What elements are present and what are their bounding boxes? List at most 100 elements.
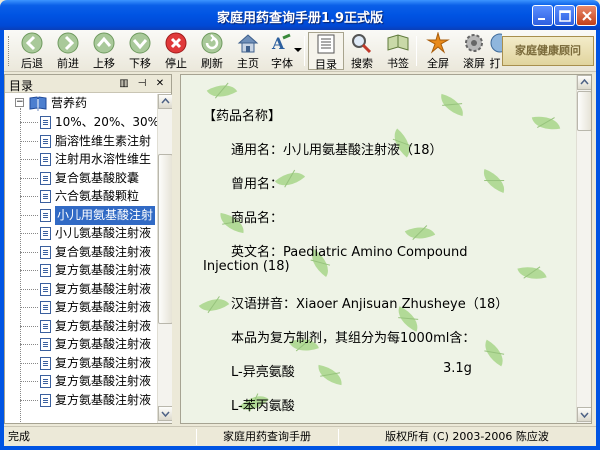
tree-item-label: 小儿氨基酸注射液 [55,226,152,240]
panel-menu-icon[interactable]: ▥ [117,77,131,91]
panel-close-icon[interactable]: ✕ [153,77,167,91]
tree-guide [20,140,38,142]
scroll-thumb[interactable] [577,91,591,131]
content-scrollbar[interactable] [576,75,591,423]
leaf-decoration [206,77,238,105]
tree-item-label: 复方氨基酸注射液 [55,374,152,388]
refresh-button[interactable]: 刷新 [194,32,230,70]
contents-button[interactable]: 目录 [308,32,344,71]
status-app-name: 家庭用药查询手册 [223,430,311,443]
document-icon [40,393,51,407]
search-icon [352,34,372,54]
former-name: 曾用名： [231,177,284,192]
window-frame-bottom [0,446,600,450]
toolbar-grip[interactable] [8,36,11,66]
scroll-up-button[interactable] [158,94,173,109]
collapse-icon[interactable]: − [15,98,24,107]
stop-button[interactable]: 停止 [158,32,194,70]
tree-guide [20,177,38,179]
title-bar[interactable]: 家庭用药查询手册1.9正式版 [0,0,600,30]
tree-item-label: 注射用水溶性维生 [55,152,152,166]
chevron-down-icon [294,48,302,52]
tree-item-label: 复方氨基酸注射液 [55,355,152,370]
minimize-button[interactable] [532,5,553,26]
window-frame-right [596,30,600,450]
fullscreen-icon [426,32,450,54]
leaf-decoration [531,112,561,134]
document-icon [40,301,51,314]
tree-item-label: 复方氨基酸注射液 [55,300,152,314]
tree-guide [20,214,38,216]
document-icon [40,319,51,333]
ingredient-name: L-异亮氨酸 [231,365,295,380]
move-up-button[interactable]: 上移 [86,32,122,70]
pinyin-name: 汉语拼音：Xiaoer Anjisuan Zhusheye（18） [231,297,509,312]
move-down-button[interactable]: 下移 [122,32,158,70]
status-copyright: 版权所有 (C) 2003-2006 陈应波 [385,430,549,443]
status-separator [196,429,197,445]
tree-item-label: 复方氨基酸注射液 [55,392,152,407]
chevron-up-icon [161,97,170,104]
home-button[interactable]: 主页 [230,32,266,70]
document-icon [40,338,51,351]
toolbar-separator [416,36,417,66]
refresh-icon [201,32,223,54]
tree-scrollbar[interactable] [157,94,173,423]
trade-name: 商品名： [231,211,284,226]
leaf-decoration [478,339,510,367]
down-arrow-icon [129,32,151,54]
bookmark-icon [387,34,409,51]
english-name-line1: 英文名：Paediatric Amino Compound [231,245,468,260]
contents-panel: 目录 ▥ ⊣ ✕ − 营养药 10%、20%、30% 脂溶性维生素注射 注射用水溶性… [4,74,173,424]
document-icon [40,245,51,259]
search-button[interactable]: 搜索 [344,32,380,70]
scroll-down-button[interactable] [158,406,173,421]
print-button[interactable]: 打 [488,32,502,70]
scroll-thumb[interactable] [158,154,173,324]
font-dropdown-button[interactable] [292,32,304,70]
composition-text: 本品为复方制剂，其组分为每1000ml含： [231,331,476,346]
scroll-up-button[interactable] [577,75,591,90]
maximize-icon [559,10,571,22]
panel-header: 目录 ▥ ⊣ ✕ [5,75,171,93]
tree-item-label: 复方氨基酸注射液 [55,263,152,277]
bookmark-button[interactable]: 书签 [380,32,416,70]
chevron-up-icon [580,78,589,85]
document-icon [40,208,51,222]
status-state: 完成 [8,430,30,443]
tree-item-label: 复方氨基酸注射液 [55,318,152,333]
tree-guide [20,325,38,327]
leaf-decoration [517,261,547,285]
font-icon: A [271,33,291,53]
ingredient-amount: 3.1g [443,361,472,376]
home-icon [237,34,259,53]
close-button[interactable] [576,5,597,26]
tree-guide [20,362,38,364]
scroll-button[interactable]: 滚屏 [456,32,492,70]
document-icon [40,356,51,370]
fullscreen-button[interactable]: 全屏 [420,32,456,70]
document-icon [40,153,51,166]
section-heading: 【药品名称】 [203,109,282,124]
panel-splitter[interactable] [172,74,180,424]
chevron-down-icon [580,412,589,419]
tree-guide [20,399,38,401]
generic-name: 通用名：小儿用氨基酸注射液（18） [231,143,443,158]
tree-root-label: 营养药 [51,96,88,110]
scroll-down-button[interactable] [577,407,591,422]
document-icon [40,190,51,203]
maximize-button[interactable] [554,5,575,26]
tree-guide [20,108,21,423]
health-advisor-banner[interactable]: 家庭健康顾问 [502,36,594,66]
contents-tree[interactable]: − 营养药 10%、20%、30% 脂溶性维生素注射 注射用水溶性维生 复合氨基酸胶囊… [5,94,158,423]
forward-button[interactable]: 前进 [50,32,86,70]
leaf-decoration [315,364,345,386]
tree-guide [20,307,38,308]
tree-guide [20,159,38,160]
leaf-decoration [437,93,467,117]
document-icon [40,116,51,129]
forward-arrow-icon [57,32,79,54]
status-bar: 完成 家庭用药查询手册 版权所有 (C) 2003-2006 陈应波 [4,426,596,446]
panel-pin-icon[interactable]: ⊣ [135,77,149,91]
back-button[interactable]: 后退 [14,32,50,70]
